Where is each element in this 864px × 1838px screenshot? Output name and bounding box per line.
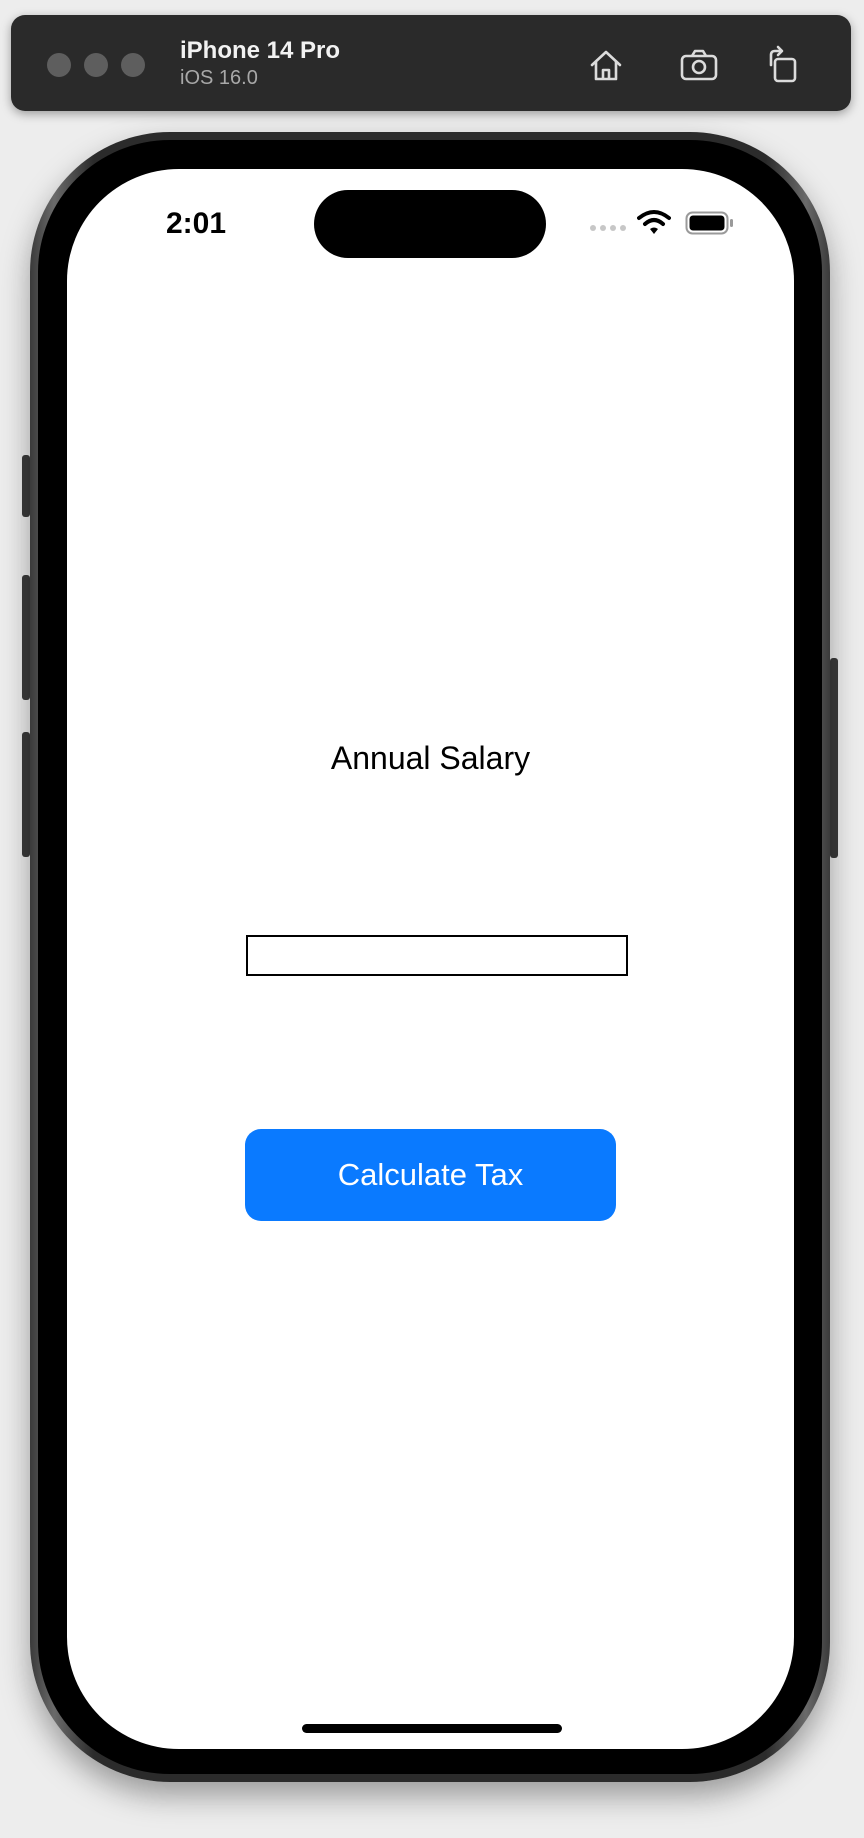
window-zoom-button[interactable] bbox=[121, 53, 145, 77]
window-close-button[interactable] bbox=[47, 53, 71, 77]
device-screen: 2:01 Annual Salary Calculate Tax bbox=[67, 169, 794, 1749]
rotate-icon[interactable] bbox=[763, 45, 803, 85]
action-button bbox=[22, 455, 30, 517]
annual-salary-label: Annual Salary bbox=[330, 740, 531, 776]
home-icon[interactable] bbox=[586, 45, 626, 85]
dynamic-island bbox=[314, 190, 546, 258]
device-name: iPhone 14 Pro bbox=[180, 37, 341, 64]
status-time: 2:01 bbox=[166, 207, 227, 240]
volume-down-button bbox=[22, 732, 30, 857]
annual-salary-input[interactable] bbox=[246, 935, 628, 976]
power-button bbox=[830, 658, 838, 858]
screenshot-icon[interactable] bbox=[679, 45, 719, 85]
home-indicator[interactable] bbox=[302, 1724, 562, 1733]
os-version: iOS 16.0 bbox=[180, 67, 258, 89]
simulator-toolbar: iPhone 14 Pro iOS 16.0 bbox=[11, 15, 851, 111]
wifi-icon bbox=[637, 209, 671, 235]
window-minimize-button[interactable] bbox=[84, 53, 108, 77]
battery-icon bbox=[685, 211, 735, 235]
volume-up-button bbox=[22, 575, 30, 700]
signal-dots-icon bbox=[589, 224, 629, 232]
calculate-tax-button[interactable]: Calculate Tax bbox=[245, 1129, 616, 1221]
